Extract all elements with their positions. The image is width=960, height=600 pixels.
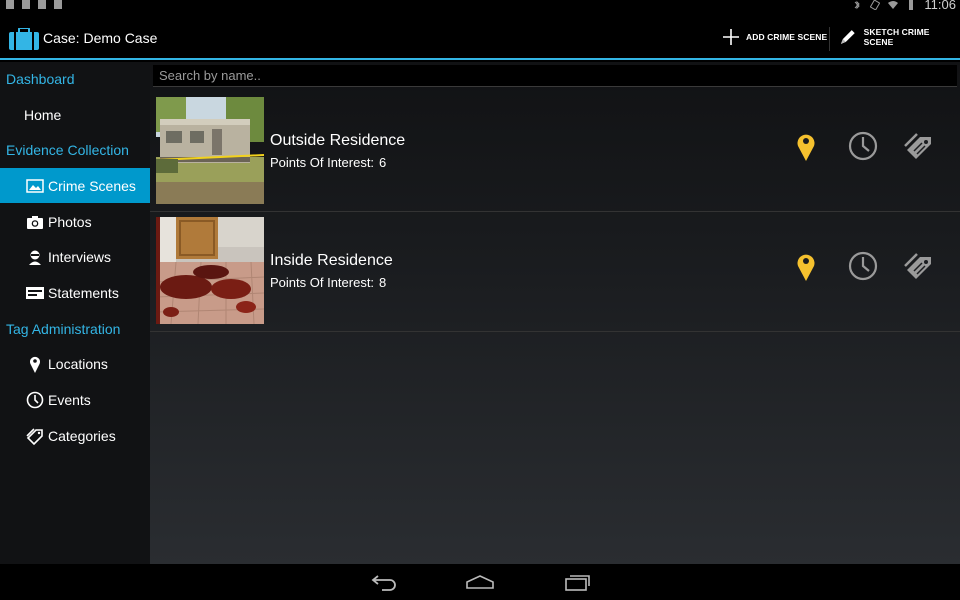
search-input[interactable] <box>153 65 957 86</box>
sidebar-item-crime-scenes[interactable]: Crime Scenes <box>0 168 150 203</box>
sketch-crime-scene-label: SKETCH CRIME SCENE <box>863 26 930 47</box>
poi-label: Points Of Interest: <box>270 155 375 170</box>
status-bar: 11:06 <box>0 0 960 13</box>
crime-scene-list: Outside Residence Points Of Interest: 6 <box>150 62 960 564</box>
sidebar-item-label: Crime Scenes <box>48 177 136 194</box>
camera-icon <box>26 213 44 231</box>
system-icons: 11:06 <box>852 0 956 12</box>
map-pin-icon <box>797 254 815 281</box>
sketch-crime-scene-button[interactable]: SKETCH CRIME SCENE <box>838 13 960 60</box>
tag-icon <box>904 133 931 159</box>
scene-tags-button[interactable] <box>902 249 936 283</box>
list-item-crime-scene[interactable]: Outside Residence Points Of Interest: 6 <box>150 92 960 212</box>
sidebar-item-photos[interactable]: Photos <box>0 204 150 239</box>
poi-count: 8 <box>379 275 387 290</box>
sidebar-item-label: Locations <box>48 355 108 372</box>
clock-icon <box>26 391 44 409</box>
add-crime-scene-label: ADD CRIME SCENE <box>746 31 828 42</box>
points-of-interest: Points Of Interest: 6 <box>270 155 386 170</box>
map-pin-icon <box>797 134 815 161</box>
scene-thumbnail[interactable] <box>156 217 264 324</box>
list-item-crime-scene[interactable]: Inside Residence Points Of Interest: 8 <box>150 212 960 332</box>
case-title: Case: Demo Case <box>43 30 158 46</box>
action-divider <box>829 27 830 51</box>
sidebar-item-categories[interactable]: Categories <box>0 418 150 453</box>
sidebar-header-evidence-collection[interactable]: Evidence Collection <box>6 142 129 158</box>
home-button[interactable] <box>463 570 497 594</box>
action-bar: Case: Demo Case ADD CRIME SCENE SKETCH C… <box>0 13 960 60</box>
sidebar-header-dashboard[interactable]: Dashboard <box>6 71 75 87</box>
rotation-icon <box>870 0 881 10</box>
notification-icon <box>38 0 46 9</box>
scene-name: Inside Residence <box>270 252 393 269</box>
home-icon <box>466 575 494 589</box>
scene-location-button[interactable] <box>789 129 823 163</box>
sidebar-item-statements[interactable]: Statements <box>0 275 150 310</box>
recent-apps-button[interactable] <box>560 570 594 594</box>
scene-location-button[interactable] <box>789 249 823 283</box>
system-navigation-bar <box>0 564 960 600</box>
briefcase-icon[interactable] <box>9 28 39 50</box>
person-icon <box>26 248 44 266</box>
notification-icon <box>22 0 30 9</box>
sidebar-item-label: Categories <box>48 427 116 444</box>
scene-thumbnail[interactable] <box>156 97 264 204</box>
notification-icon <box>6 0 14 9</box>
notification-icon <box>54 0 62 9</box>
document-icon <box>26 284 44 302</box>
back-button[interactable] <box>367 570 401 594</box>
wifi-icon <box>888 0 899 9</box>
back-icon <box>371 575 396 591</box>
recent-apps-icon <box>565 575 590 591</box>
scene-events-button[interactable] <box>846 129 880 163</box>
pencil-icon <box>840 29 855 44</box>
scene-events-button[interactable] <box>846 249 880 283</box>
tag-icon <box>904 253 931 279</box>
sidebar-header-tag-administration[interactable]: Tag Administration <box>6 321 120 337</box>
scene-name: Outside Residence <box>270 132 406 149</box>
tag-icon <box>26 427 44 445</box>
points-of-interest: Points Of Interest: 8 <box>270 275 386 290</box>
sidebar-item-label: Photos <box>48 213 92 230</box>
navigation-drawer: Dashboard Home Evidence Collection Crime… <box>0 62 150 564</box>
bluetooth-icon <box>855 0 861 9</box>
search-box[interactable] <box>153 65 957 87</box>
sidebar-item-label: Interviews <box>48 248 112 265</box>
poi-count: 6 <box>379 155 387 170</box>
poi-label: Points Of Interest: <box>270 275 375 290</box>
sidebar-item-home[interactable]: Home <box>0 97 150 132</box>
sidebar-item-interviews[interactable]: Interviews <box>0 239 150 274</box>
battery-icon <box>909 0 914 10</box>
add-crime-scene-button[interactable]: ADD CRIME SCENE <box>722 13 827 60</box>
scene-tags-button[interactable] <box>902 129 936 163</box>
map-pin-icon <box>26 355 44 373</box>
plus-icon <box>723 28 739 45</box>
sidebar-item-label: Home <box>24 106 62 123</box>
clock-time: 11:06 <box>924 0 956 12</box>
clock-icon <box>848 251 878 281</box>
sidebar-item-label: Statements <box>48 284 119 301</box>
clock-icon <box>848 131 878 161</box>
sidebar-item-events[interactable]: Events <box>0 382 150 417</box>
sidebar-item-locations[interactable]: Locations <box>0 346 150 381</box>
notification-icons <box>6 0 62 13</box>
image-icon <box>26 177 44 195</box>
sidebar-item-label: Events <box>48 391 91 408</box>
